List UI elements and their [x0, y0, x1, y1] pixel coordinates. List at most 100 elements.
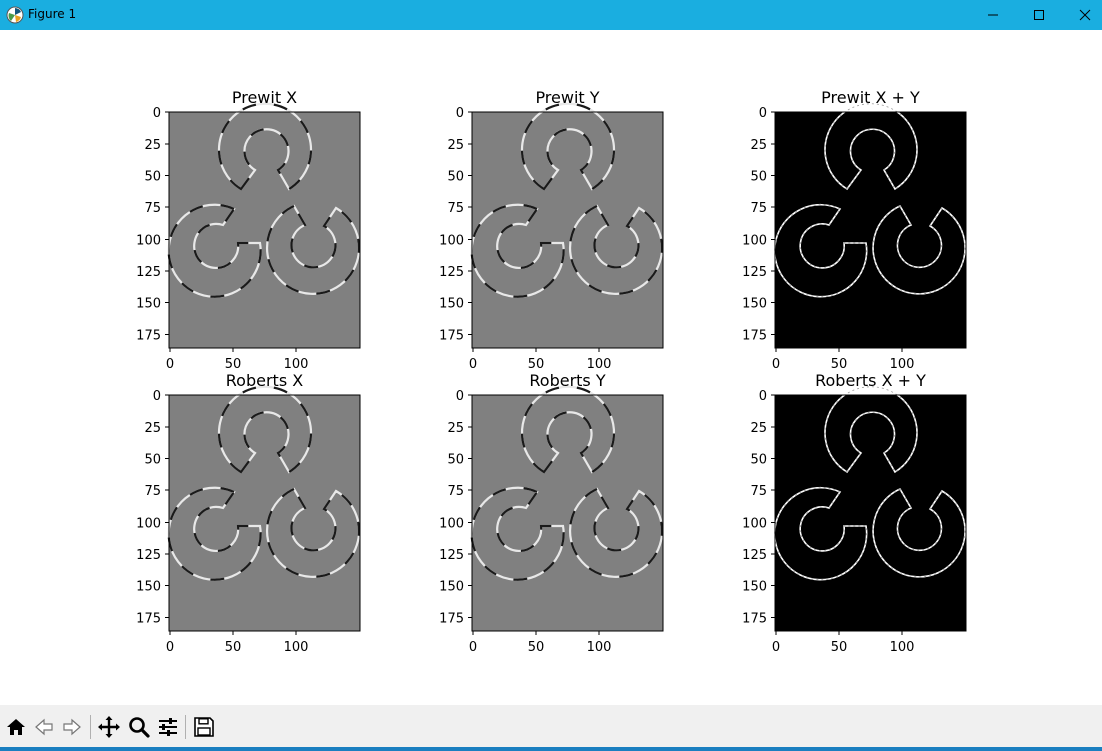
figure-canvas[interactable]: Prewit X 0 25 50 75 100 125 150 175 0 50 100 Prewit … — [0, 30, 1102, 705]
maximize-button[interactable] — [1016, 0, 1062, 30]
x-tick-label: 100 — [890, 640, 915, 655]
forward-button[interactable] — [58, 713, 86, 741]
subplot-5: Roberts Y 0 25 50 75 100 125 150 175 0 50 100 — [439, 371, 664, 655]
y-tick-label: 75 — [447, 201, 464, 216]
y-tick-label: 175 — [742, 329, 767, 344]
y-tick-label: 50 — [144, 453, 161, 468]
minimize-icon — [988, 14, 998, 16]
home-button[interactable] — [2, 713, 30, 741]
x-tick-label: 100 — [284, 640, 309, 655]
y-tick-label: 150 — [439, 297, 464, 312]
y-tick-label: 50 — [750, 170, 767, 185]
image-area — [169, 112, 360, 348]
subplot-6: Roberts X + Y 0 25 50 75 100 125 150 175 0 50 100 — [742, 371, 967, 655]
subplot-title: Roberts Y — [529, 371, 605, 390]
y-tick-label: 100 — [742, 234, 767, 249]
window-title: Figure 1 — [28, 7, 77, 21]
y-tick-label: 125 — [439, 548, 464, 563]
y-tick-label: 125 — [136, 265, 161, 280]
x-tick-label: 0 — [166, 640, 174, 655]
navigation-toolbar — [0, 705, 1102, 747]
y-tick-label: 50 — [447, 170, 464, 185]
y-tick-label: 100 — [136, 234, 161, 249]
y-tick-label: 100 — [439, 234, 464, 249]
subplots-figure: Prewit X02550751001251501750 50 100Prewit … — [136, 88, 967, 655]
y-tick-label: 175 — [136, 612, 161, 627]
x-tick-label: 100 — [284, 357, 309, 372]
y-tick-label: 25 — [144, 421, 161, 436]
subplot-title: Prewit X + Y — [821, 88, 920, 107]
y-tick-label: 100 — [136, 517, 161, 532]
title-bar: Figure 1 — [0, 0, 1102, 30]
close-button[interactable] — [1062, 0, 1102, 30]
y-tick-label: 175 — [742, 612, 767, 627]
x-tick-label: 50 — [528, 640, 545, 655]
y-tick-label: 0 — [153, 389, 161, 404]
y-tick-label: 50 — [750, 453, 767, 468]
window-bottom-border — [0, 747, 1102, 751]
y-tick-label: 25 — [447, 421, 464, 436]
configure-subplots-icon — [159, 718, 177, 736]
y-tick-label: 75 — [447, 484, 464, 499]
y-tick-label: 175 — [136, 329, 161, 344]
configure-subplots-button[interactable] — [154, 713, 182, 741]
subplot-title: Roberts X + Y — [815, 371, 926, 390]
x-tick-label: 100 — [890, 357, 915, 372]
close-icon — [1079, 9, 1091, 21]
minimize-button[interactable] — [970, 0, 1016, 30]
y-tick-label: 0 — [456, 389, 464, 404]
x-tick-label: 0 — [469, 640, 477, 655]
x-tick-label: 0 — [166, 357, 174, 372]
subplot-title: Roberts X — [226, 371, 303, 390]
toolbar-separator — [185, 715, 186, 739]
y-tick-label: 50 — [447, 453, 464, 468]
x-tick-label: 100 — [587, 640, 612, 655]
y-tick-label: 0 — [153, 106, 161, 121]
zoom-button[interactable] — [125, 713, 153, 741]
y-tick-label: 150 — [136, 297, 161, 312]
subplot-title: Prewit Y — [535, 88, 599, 107]
y-tick-label: 125 — [742, 548, 767, 563]
pan-button[interactable] — [95, 713, 123, 741]
image-area — [169, 395, 360, 631]
y-tick-label: 25 — [750, 421, 767, 436]
image-area — [472, 395, 663, 631]
y-tick-label: 25 — [447, 138, 464, 153]
y-tick-label: 125 — [136, 548, 161, 563]
y-tick-label: 75 — [750, 484, 767, 499]
y-tick-label: 75 — [750, 201, 767, 216]
forward-arrow-icon — [63, 718, 81, 736]
y-tick-label: 100 — [439, 517, 464, 532]
x-tick-label: 50 — [831, 640, 848, 655]
back-arrow-icon — [35, 718, 53, 736]
y-tick-label: 150 — [742, 580, 767, 595]
zoom-icon — [129, 717, 150, 738]
image-area — [775, 112, 966, 348]
y-tick-label: 125 — [439, 265, 464, 280]
x-tick-label: 0 — [469, 357, 477, 372]
x-tick-label: 50 — [225, 357, 242, 372]
save-icon — [194, 717, 214, 737]
y-tick-label: 50 — [144, 170, 161, 185]
save-button[interactable] — [190, 713, 218, 741]
subplot-1: Prewit X 0 25 50 75 100 125 150 175 0 50 100 — [136, 88, 361, 372]
home-icon — [7, 719, 25, 735]
y-tick-label: 100 — [742, 517, 767, 532]
x-tick-label: 100 — [587, 357, 612, 372]
y-tick-label: 75 — [144, 484, 161, 499]
y-tick-label: 150 — [439, 580, 464, 595]
y-tick-label: 175 — [439, 329, 464, 344]
y-tick-label: 0 — [456, 106, 464, 121]
y-tick-label: 175 — [439, 612, 464, 627]
y-tick-label: 0 — [759, 389, 767, 404]
toolbar-separator — [90, 715, 91, 739]
back-button[interactable] — [30, 713, 58, 741]
subplot-2: Prewit Y 0 25 50 75 100 125 150 175 0 50 100 — [439, 88, 664, 372]
subplot-4: Roberts X 0 25 50 75 100 125 150 175 0 50 100 — [136, 371, 361, 655]
matplotlib-logo-icon — [6, 6, 24, 24]
image-area — [472, 112, 663, 348]
x-tick-label: 50 — [831, 357, 848, 372]
x-tick-label: 0 — [772, 640, 780, 655]
y-tick-label: 25 — [144, 138, 161, 153]
x-tick-label: 50 — [225, 640, 242, 655]
